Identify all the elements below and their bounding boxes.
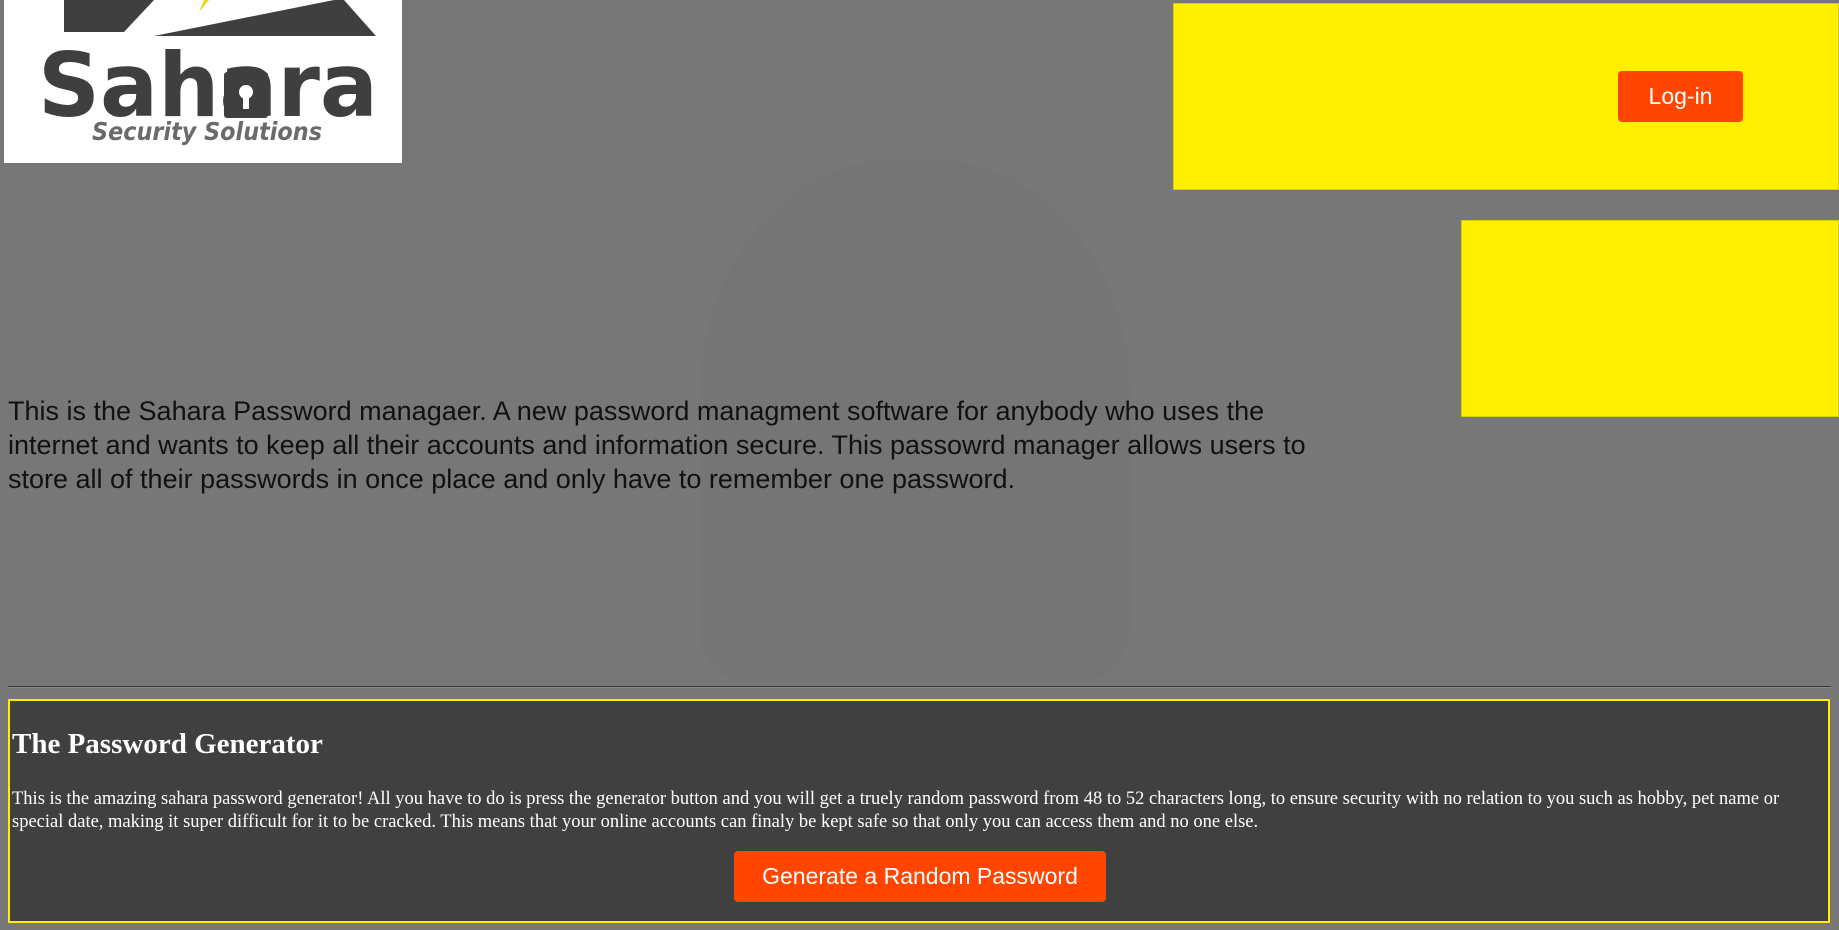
padlock-icon	[224, 72, 268, 118]
side-banner	[1461, 220, 1839, 417]
generator-description: This is the amazing sahara password gene…	[12, 789, 1780, 832]
logo[interactable]: Sahara Security Solutions	[4, 0, 402, 163]
logo-tagline: Security Solutions	[92, 117, 322, 146]
generator-title: The Password Generator	[12, 728, 323, 760]
section-divider	[8, 686, 1831, 688]
intro-text: This is the Sahara Password managaer. A …	[8, 396, 1306, 494]
logo-graphic: Sahara Security Solutions	[38, 0, 378, 146]
password-generator-panel: The Password Generator This is the amazi…	[8, 699, 1830, 923]
login-button[interactable]: Log-in	[1618, 71, 1743, 122]
generate-password-button[interactable]: Generate a Random Password	[734, 851, 1106, 902]
